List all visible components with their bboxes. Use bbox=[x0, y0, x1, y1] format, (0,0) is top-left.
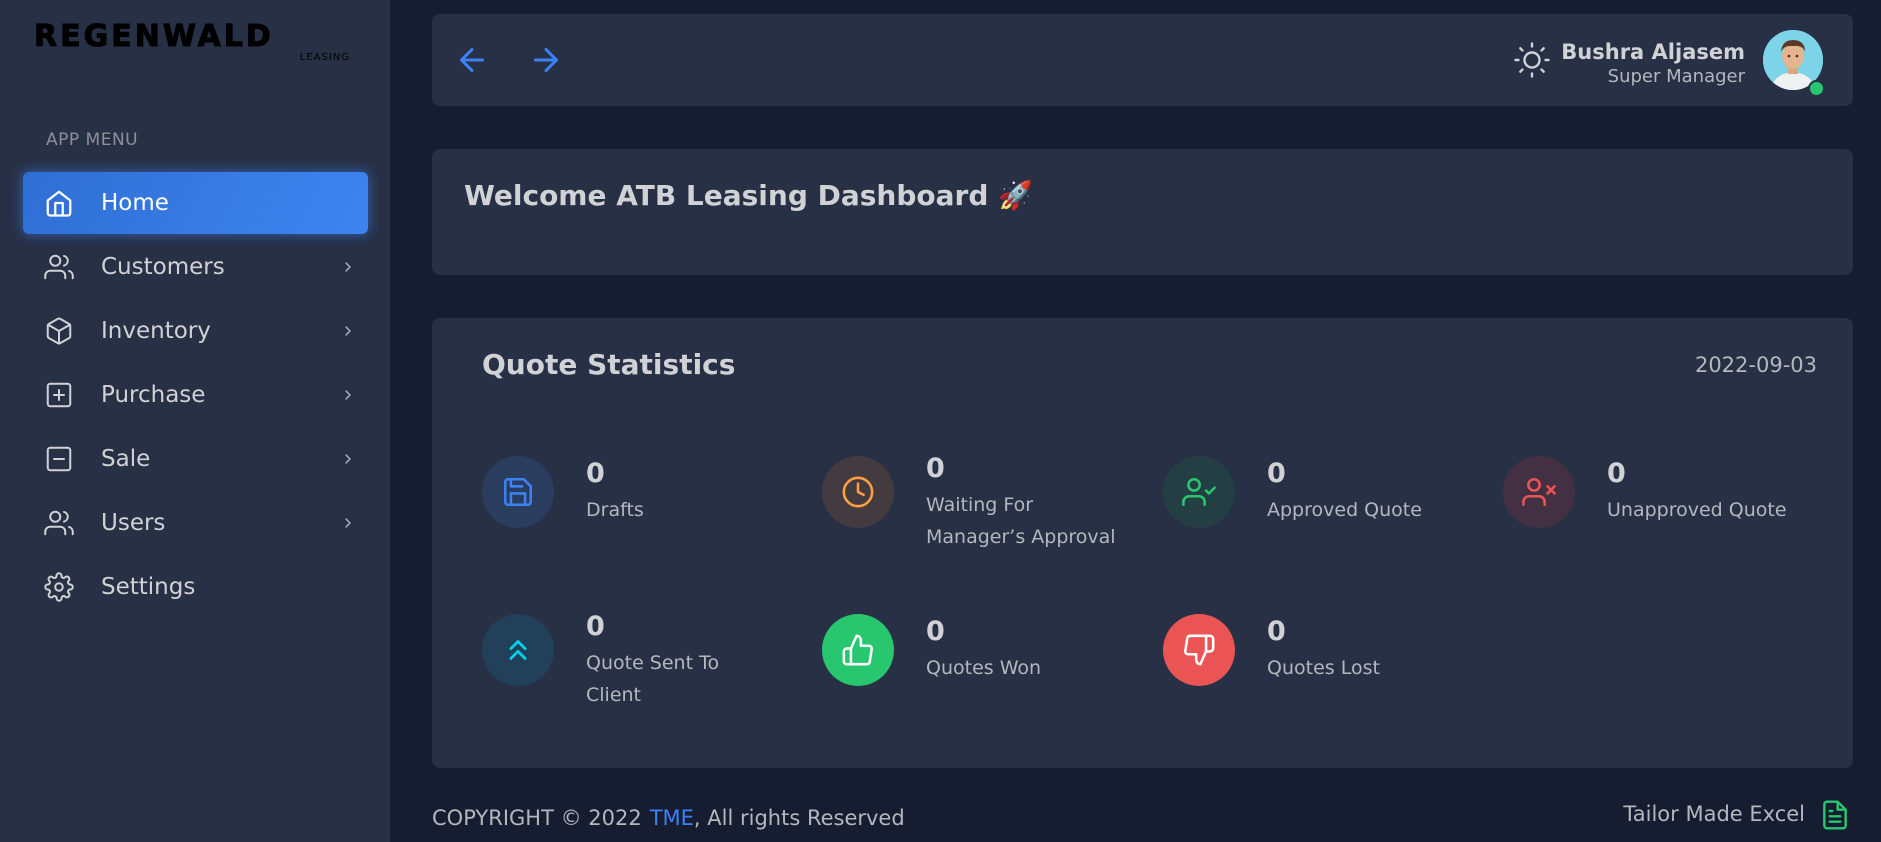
stat-unapproved-quote[interactable]: 0 Unapproved Quote bbox=[1503, 456, 1823, 566]
stat-value: 0 bbox=[1607, 458, 1626, 489]
quote-statistics-card: Quote Statistics 2022-09-03 0 Drafts 0 W… bbox=[432, 318, 1853, 768]
stat-label: Quotes Won bbox=[926, 657, 1042, 679]
welcome-card: Welcome ATB Leasing Dashboard 🚀 bbox=[432, 149, 1853, 275]
sidebar-item-home[interactable]: Home bbox=[23, 172, 368, 234]
chevrons-up-icon bbox=[482, 614, 554, 686]
user-role: Super Manager bbox=[1607, 66, 1745, 87]
sidebar-item-label: Users bbox=[101, 510, 166, 536]
users-icon bbox=[43, 251, 75, 283]
save-icon bbox=[482, 456, 554, 528]
box-icon bbox=[43, 315, 75, 347]
stat-value: 0 bbox=[1267, 616, 1286, 647]
gear-icon bbox=[43, 571, 75, 603]
chevron-right-icon bbox=[345, 518, 351, 528]
sidebar-item-label: Customers bbox=[101, 254, 225, 280]
menu-header: APP MENU bbox=[46, 130, 139, 150]
stat-quote-sent[interactable]: 0 Quote Sent To Client bbox=[482, 611, 802, 724]
stat-label: Unapproved Quote bbox=[1607, 499, 1787, 521]
plus-square-icon bbox=[43, 379, 75, 411]
sun-icon[interactable] bbox=[1514, 42, 1550, 78]
stat-quotes-lost[interactable]: 0 Quotes Lost bbox=[1163, 614, 1483, 724]
stat-value: 0 bbox=[926, 453, 945, 484]
app-menu: Home Customers Inventory Purchase Sale U… bbox=[23, 172, 368, 620]
minus-square-icon bbox=[43, 443, 75, 475]
back-arrow-icon[interactable] bbox=[454, 42, 490, 78]
stat-label: Quote Sent To Client bbox=[586, 652, 720, 706]
sidebar-item-label: Settings bbox=[101, 574, 196, 600]
user-x-icon bbox=[1503, 456, 1575, 528]
stat-drafts[interactable]: 0 Drafts bbox=[482, 456, 802, 566]
chevron-right-icon bbox=[345, 454, 351, 464]
footer-brand-text: Tailor Made Excel bbox=[1623, 802, 1805, 826]
clock-icon bbox=[822, 456, 894, 528]
sidebar-item-purchase[interactable]: Purchase bbox=[23, 364, 368, 426]
brand-logo[interactable]: REGENWALD LEASING bbox=[34, 19, 352, 70]
stats-date: 2022-09-03 bbox=[1694, 353, 1817, 377]
sidebar-item-label: Inventory bbox=[101, 318, 211, 344]
copyright-text: COPYRIGHT © 2022 TME, All rights Reserved bbox=[432, 806, 905, 830]
sidebar: REGENWALD LEASING APP MENU Home Customer… bbox=[0, 0, 390, 842]
sidebar-item-customers[interactable]: Customers bbox=[23, 236, 368, 298]
stat-label: Drafts bbox=[586, 499, 644, 521]
sidebar-item-label: Sale bbox=[101, 446, 151, 472]
logo-text: REGENWALD bbox=[34, 19, 274, 54]
copyright-suffix: , All rights Reserved bbox=[693, 806, 905, 830]
stat-approved-quote[interactable]: 0 Approved Quote bbox=[1163, 456, 1483, 566]
thumbs-up-icon bbox=[822, 614, 894, 686]
stat-value: 0 bbox=[586, 458, 605, 489]
stat-label: Waiting For Manager’s Approval bbox=[926, 494, 1116, 548]
stat-quotes-won[interactable]: 0 Quotes Won bbox=[822, 614, 1142, 724]
users-icon bbox=[43, 507, 75, 539]
company-link[interactable]: TME bbox=[650, 806, 694, 830]
sidebar-item-users[interactable]: Users bbox=[23, 492, 368, 554]
copyright-prefix: COPYRIGHT © 2022 bbox=[432, 806, 642, 830]
stats-title: Quote Statistics bbox=[482, 348, 736, 381]
chevron-right-icon bbox=[345, 262, 351, 272]
home-icon bbox=[43, 187, 75, 219]
logo-subtext: LEASING bbox=[299, 52, 350, 63]
stat-value: 0 bbox=[586, 611, 605, 642]
sidebar-item-sale[interactable]: Sale bbox=[23, 428, 368, 490]
user-check-icon bbox=[1163, 456, 1235, 528]
stat-value: 0 bbox=[1267, 458, 1286, 489]
stat-waiting-approval[interactable]: 0 Waiting For Manager’s Approval bbox=[822, 453, 1142, 566]
stat-label: Quotes Lost bbox=[1267, 657, 1380, 679]
chevron-right-icon bbox=[345, 390, 351, 400]
sidebar-item-label: Home bbox=[101, 190, 169, 216]
top-navbar: Bushra Aljasem Super Manager bbox=[432, 14, 1853, 106]
chevron-right-icon bbox=[345, 326, 351, 336]
stat-label: Approved Quote bbox=[1267, 499, 1422, 521]
sidebar-item-label: Purchase bbox=[101, 382, 206, 408]
page-title: Welcome ATB Leasing Dashboard 🚀 bbox=[464, 179, 1033, 212]
online-status-dot bbox=[1808, 80, 1825, 97]
sidebar-item-inventory[interactable]: Inventory bbox=[23, 300, 368, 362]
forward-arrow-icon[interactable] bbox=[528, 42, 564, 78]
stat-value: 0 bbox=[926, 616, 945, 647]
user-name[interactable]: Bushra Aljasem bbox=[1561, 40, 1745, 64]
file-text-icon[interactable] bbox=[1819, 798, 1851, 832]
sidebar-item-settings[interactable]: Settings bbox=[23, 556, 368, 618]
thumbs-down-icon bbox=[1163, 614, 1235, 686]
